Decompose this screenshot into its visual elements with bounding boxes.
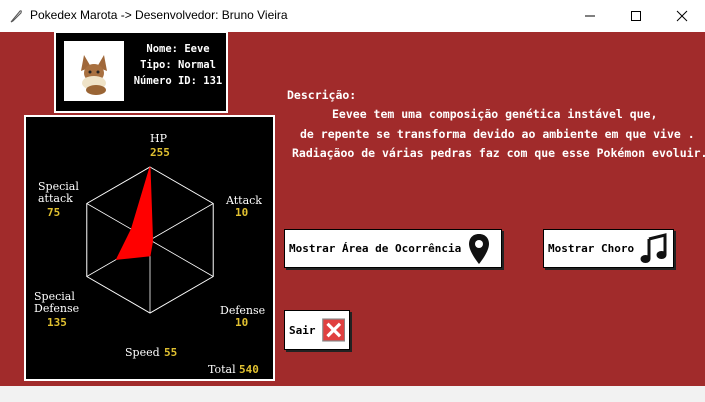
pokemon-card: Nome: Eeve Tipo: Normal Número ID: 131 xyxy=(54,31,228,113)
title-bar: Pokedex Marota -> Desenvolvedor: Bruno V… xyxy=(0,0,705,32)
pokemon-type: Tipo: Normal xyxy=(140,59,216,71)
feather-icon xyxy=(10,10,22,23)
description-heading: Descrição: xyxy=(287,88,357,102)
map-pin-icon xyxy=(469,233,490,264)
axis-label: HP xyxy=(150,132,168,145)
exit-label: Sair xyxy=(289,323,316,337)
close-icon xyxy=(676,10,688,22)
app-window: Pokedex Marota -> Desenvolvedor: Bruno V… xyxy=(0,0,705,386)
show-cry-label: Mostrar Choro xyxy=(548,242,635,255)
minimize-icon xyxy=(585,15,595,17)
axis-value: 10 xyxy=(235,206,248,219)
desktop-strip xyxy=(0,386,705,402)
window-title: Pokedex Marota -> Desenvolvedor: Bruno V… xyxy=(30,8,288,22)
show-cry-button[interactable]: Mostrar Choro xyxy=(543,229,674,268)
axis-value: 55 xyxy=(164,346,177,359)
total-value: 540 xyxy=(239,363,259,376)
description-line-1: Eevee tem uma composição genética instáv… xyxy=(332,107,658,121)
total-label: Total xyxy=(208,363,236,376)
pokemon-name: Nome: Eeve xyxy=(146,43,210,55)
axis-value: 10 xyxy=(235,316,248,329)
close-button[interactable] xyxy=(659,0,705,32)
description-line-3: Radiaçãoo de várias pedras faz com que e… xyxy=(292,146,705,160)
stats-radar-chart: HP255Attack10Defense10Speed 55Special Defe… xyxy=(24,115,275,381)
axis-value: 135 xyxy=(47,316,67,329)
pokemon-id: Número ID: 131 xyxy=(133,75,223,87)
pokemon-sprite xyxy=(64,41,124,101)
show-area-label: Mostrar Área de Ocorrência xyxy=(289,242,462,255)
axis-value: 75 xyxy=(47,206,60,219)
exit-button[interactable]: Sair xyxy=(284,310,350,350)
axis-value: 255 xyxy=(150,146,170,159)
show-area-button[interactable]: Mostrar Área de Ocorrência xyxy=(284,229,502,268)
maximize-icon xyxy=(631,11,641,21)
close-x-icon xyxy=(321,318,345,342)
axis-label: Speed xyxy=(125,346,160,359)
axis-label: Special Defense xyxy=(34,290,79,315)
music-note-icon xyxy=(640,232,667,263)
maximize-button[interactable] xyxy=(613,0,659,32)
eevee-sprite-icon xyxy=(81,55,107,95)
minimize-button[interactable] xyxy=(567,0,613,32)
description-line-2: de repente se transforma devido ao ambie… xyxy=(300,127,695,141)
